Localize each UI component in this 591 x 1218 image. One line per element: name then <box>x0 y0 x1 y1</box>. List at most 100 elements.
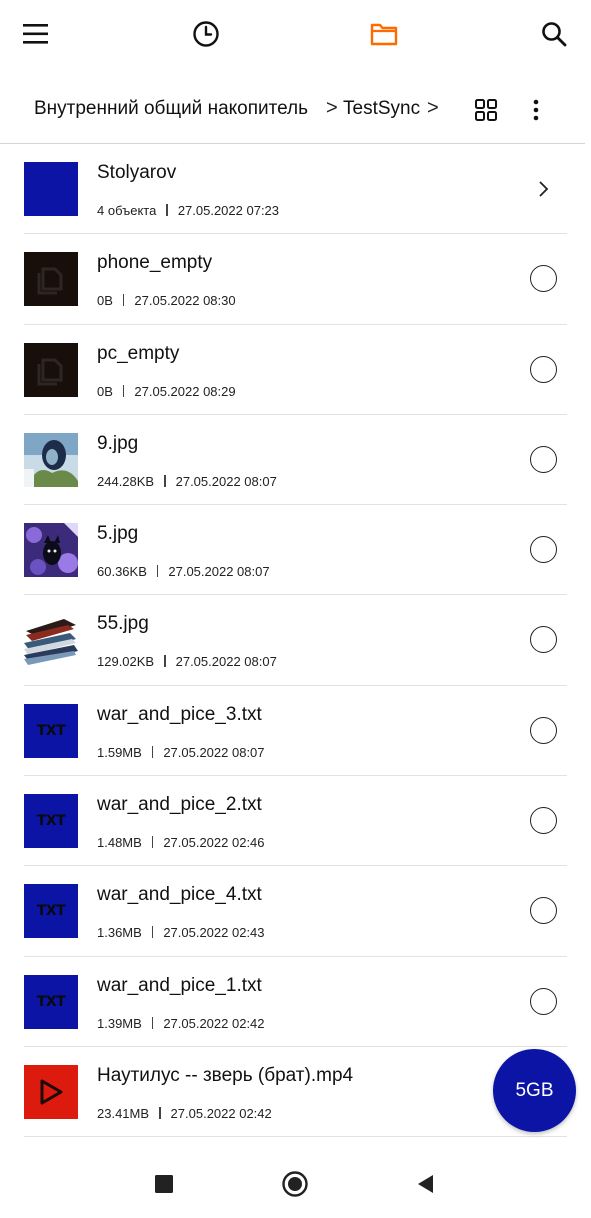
txt-icon-label: TXT <box>36 722 66 739</box>
back-icon[interactable] <box>409 1168 441 1200</box>
txt-file-icon: TXT <box>24 703 78 758</box>
select-checkbox[interactable] <box>530 987 557 1015</box>
item-name: war_and_pice_2.txt <box>97 794 262 816</box>
divider <box>24 1136 567 1138</box>
item-size: 1.39MB <box>97 1015 142 1031</box>
txt-icon-label: TXT <box>36 813 66 830</box>
item-name: Stolyarov <box>97 162 177 183</box>
txt-file-icon: TXT <box>24 884 78 939</box>
menu-icon[interactable] <box>16 14 56 54</box>
item-date: 27.05.2022 02:46 <box>163 835 265 851</box>
meta-divider <box>151 836 154 849</box>
item-size: 23.41MB <box>97 1105 150 1121</box>
item-name: war_and_pice_3.txt <box>97 703 262 725</box>
list-item[interactable]: 55.jpg 129.02KB 27.05.2022 08:07 <box>0 595 591 686</box>
top-toolbar <box>0 0 591 72</box>
meta-divider <box>122 384 125 397</box>
item-meta: 129.02KB 27.05.2022 08:07 <box>97 654 277 669</box>
select-checkbox[interactable] <box>530 536 557 564</box>
meta-divider <box>151 926 154 939</box>
select-checkbox[interactable] <box>530 897 557 925</box>
folder-icon[interactable] <box>364 14 404 54</box>
file-list: Stolyarov 4 объекта 27.05.2022 07:23 phon… <box>0 144 591 1138</box>
meta-divider <box>164 655 166 668</box>
item-size: 244.28KB <box>97 473 155 489</box>
chevron-right-icon[interactable] <box>536 176 552 202</box>
breadcrumb: Внутренний общий накопитель > TestSync > <box>0 86 591 136</box>
meta-divider <box>151 745 154 758</box>
item-size: 4 объекта <box>97 203 157 218</box>
search-icon[interactable] <box>534 14 574 54</box>
item-size: 0B <box>97 383 113 399</box>
list-item[interactable]: TXT war_and_pice_3.txt 1.59MB 27.05.2022 … <box>0 686 591 777</box>
select-checkbox[interactable] <box>530 355 557 383</box>
meta-divider <box>122 294 125 307</box>
folder-thumbnail-icon <box>24 162 78 216</box>
item-size: 129.02KB <box>97 654 155 670</box>
select-checkbox[interactable] <box>530 716 557 744</box>
list-item[interactable]: phone_empty 0B 27.05.2022 08:30 <box>0 234 591 325</box>
item-size: 1.59MB <box>97 744 142 760</box>
txt-file-icon: TXT <box>24 794 78 849</box>
item-date: 27.05.2022 08:07 <box>175 654 277 670</box>
select-checkbox[interactable] <box>530 807 557 835</box>
item-date: 27.05.2022 08:29 <box>134 383 236 399</box>
item-meta: 1.39MB 27.05.2022 02:42 <box>97 1016 265 1031</box>
more-vert-icon[interactable] <box>522 96 550 124</box>
list-item[interactable]: TXT war_and_pice_1.txt 1.39MB 27.05.2022 … <box>0 957 591 1047</box>
file-thumbnail-icon <box>24 252 78 307</box>
file-thumbnail-icon <box>24 342 78 397</box>
item-meta: 0B 27.05.2022 08:30 <box>97 293 236 308</box>
list-item[interactable]: 9.jpg 244.28KB 27.05.2022 08:07 <box>0 415 591 506</box>
breadcrumb-separator: > <box>326 97 338 119</box>
item-meta: 1.36MB 27.05.2022 02:43 <box>97 925 265 940</box>
home-icon[interactable] <box>279 1168 311 1200</box>
item-date: 27.05.2022 08:07 <box>163 744 265 760</box>
list-item-folder[interactable]: Stolyarov 4 объекта 27.05.2022 07:23 <box>0 144 591 235</box>
image-thumbnail <box>24 613 78 668</box>
select-checkbox[interactable] <box>530 445 557 473</box>
breadcrumb-storage[interactable]: Внутренний общий накопитель <box>34 98 308 120</box>
txt-icon-label: TXT <box>36 903 66 920</box>
item-meta: 244.28KB 27.05.2022 08:07 <box>97 474 277 489</box>
item-date: 27.05.2022 02:42 <box>163 1015 265 1031</box>
meta-divider <box>156 565 159 578</box>
grid-view-icon[interactable] <box>472 96 500 124</box>
txt-file-icon: TXT <box>24 974 78 1029</box>
item-name: war_and_pice_4.txt <box>97 884 262 906</box>
item-date: 27.05.2022 02:43 <box>163 925 265 941</box>
item-size: 0B <box>97 293 113 309</box>
list-item[interactable]: TXT war_and_pice_2.txt 1.48MB 27.05.2022 … <box>0 776 591 867</box>
image-thumbnail <box>24 432 78 487</box>
select-checkbox[interactable] <box>530 626 557 654</box>
item-date: 27.05.2022 02:42 <box>170 1105 272 1121</box>
item-name: Наутилус -- зверь (брат).mp4 <box>97 1064 354 1086</box>
item-name: 55.jpg <box>97 613 149 635</box>
storage-fab-button[interactable]: 5GB <box>493 1049 576 1132</box>
item-name: war_and_pice_1.txt <box>97 974 262 996</box>
breadcrumb-separator: > <box>427 97 439 119</box>
breadcrumb-testsync[interactable]: TestSync <box>343 98 420 120</box>
list-item[interactable]: TXT war_and_pice_4.txt 1.36MB 27.05.2022 … <box>0 866 591 957</box>
txt-icon-label: TXT <box>36 993 66 1010</box>
meta-divider <box>151 1016 154 1029</box>
select-checkbox[interactable] <box>530 265 557 293</box>
item-name: pc_empty <box>97 342 180 364</box>
item-size: 1.48MB <box>97 835 142 851</box>
meta-divider <box>159 1106 161 1119</box>
item-meta: 0B 27.05.2022 08:29 <box>97 384 236 399</box>
item-meta: 4 объекта 27.05.2022 07:23 <box>97 203 279 218</box>
clock-icon[interactable] <box>186 14 226 54</box>
item-meta: 23.41MB 27.05.2022 02:42 <box>97 1106 272 1121</box>
item-meta: 1.59MB 27.05.2022 08:07 <box>97 745 265 760</box>
video-file-icon <box>24 1064 78 1119</box>
recent-apps-icon[interactable] <box>148 1168 180 1200</box>
meta-divider <box>164 474 166 487</box>
list-item[interactable]: 5.jpg 60.36KB 27.05.2022 08:07 <box>0 505 591 596</box>
item-date: 27.05.2022 08:07 <box>175 473 277 489</box>
list-item[interactable]: pc_empty 0B 27.05.2022 08:29 <box>0 325 591 415</box>
system-navbar <box>0 1150 591 1218</box>
item-name: 5.jpg <box>97 523 139 545</box>
item-date: 27.05.2022 07:23 <box>177 203 280 218</box>
item-date: 27.05.2022 08:30 <box>134 293 236 309</box>
